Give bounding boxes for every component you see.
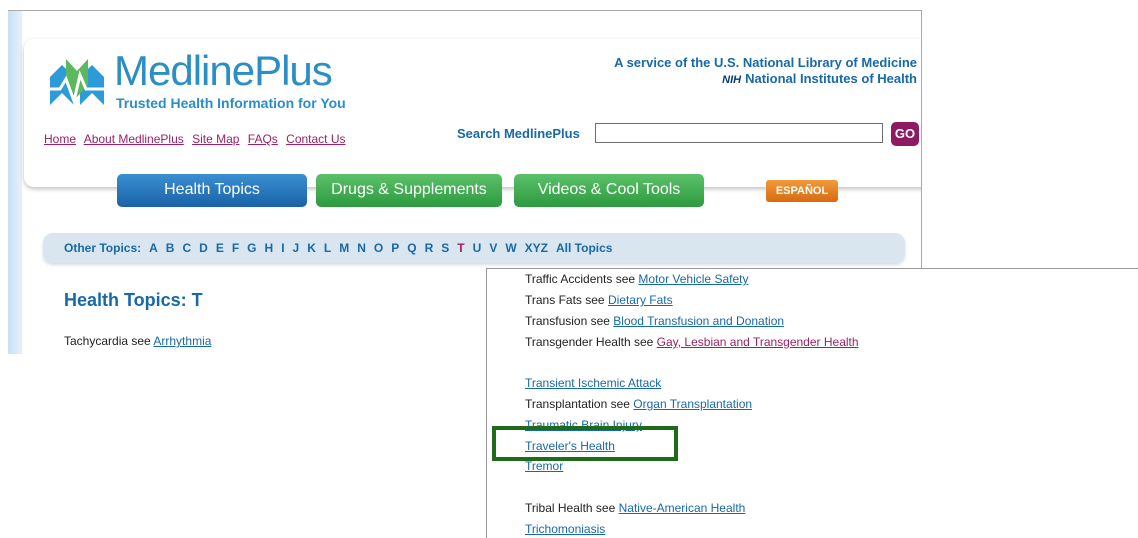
letter-link-e[interactable]: E [216, 241, 224, 255]
letter-link-j[interactable]: J [293, 241, 300, 255]
logo-wordmark: MedlinePlus [114, 47, 333, 94]
nih-name: National Institutes of Health [745, 71, 917, 86]
search-label: Search MedlinePlus [457, 126, 580, 141]
letter-link-r[interactable]: R [425, 241, 434, 255]
letter-list: A B C D E F G H I J K L M N O P Q R S T U V W XYZ [149, 241, 556, 255]
entry-link[interactable]: Organ Transplantation [633, 397, 752, 411]
entry-link[interactable]: Transient Ischemic Attack [525, 376, 661, 390]
alphabet-nav: Other Topics: A B C D E F G H I J K L M N O P Q R S T U V W XYZ A… [43, 233, 905, 263]
letter-link-o[interactable]: O [374, 241, 383, 255]
entry-prefix: Transgender Health see [525, 335, 654, 349]
left-scroll-edge [8, 11, 22, 354]
entry-link[interactable]: Tremor [525, 459, 563, 473]
letter-link-c[interactable]: C [182, 241, 191, 255]
topic-entry: Tremor [525, 459, 563, 473]
entry-prefix: Transplantation see [525, 397, 630, 411]
highlight-box [492, 426, 678, 461]
all-topics-link[interactable]: All Topics [556, 241, 612, 255]
medlineplus-logo-icon [44, 59, 110, 107]
zoomed-topic-list: Traffic Accidents see Motor Vehicle Safe… [486, 268, 1138, 538]
letter-link-t[interactable]: T [457, 241, 464, 255]
topic-entry: Trans Fats see Dietary Fats [525, 293, 673, 307]
topic-entry: Transient Ischemic Attack [525, 376, 661, 390]
letter-link-p[interactable]: P [391, 241, 399, 255]
topic-entry: Traffic Accidents see Motor Vehicle Safe… [525, 272, 748, 286]
search-go-button[interactable]: GO [891, 122, 919, 146]
tab-drugs-supplements[interactable]: Drugs & Supplements [316, 174, 502, 207]
entry-link[interactable]: Gay, Lesbian and Transgender Health [657, 335, 859, 349]
entry-prefix: Tribal Health see [525, 501, 616, 515]
letter-link-f[interactable]: F [232, 241, 239, 255]
tab-health-topics[interactable]: Health Topics [117, 174, 307, 207]
about-link[interactable]: About MedlinePlus [84, 132, 184, 146]
letter-link-m[interactable]: M [339, 241, 349, 255]
letter-link-g[interactable]: G [247, 241, 256, 255]
entry-link[interactable]: Arrhythmia [153, 334, 211, 348]
entry-link[interactable]: Dietary Fats [608, 293, 673, 307]
medlineplus-logo[interactable]: MedlinePlus Trusted Health Information f… [42, 47, 362, 115]
letter-link-v[interactable]: V [489, 241, 497, 255]
letter-link-h[interactable]: H [265, 241, 274, 255]
topic-entry: Tribal Health see Native-American Health [525, 501, 745, 515]
topic-entry: Trichomoniasis [525, 522, 605, 536]
letter-link-q[interactable]: Q [407, 241, 416, 255]
entry-link[interactable]: Motor Vehicle Safety [638, 272, 748, 286]
topic-entry: Transplantation see Organ Transplantatio… [525, 397, 752, 411]
site-map-link[interactable]: Site Map [192, 132, 239, 146]
letter-link-d[interactable]: D [199, 241, 208, 255]
entry-prefix: Traffic Accidents see [525, 272, 636, 286]
contact-us-link[interactable]: Contact Us [286, 132, 345, 146]
topic-entry: Tachycardia see Arrhythmia [64, 334, 211, 348]
faqs-link[interactable]: FAQs [248, 132, 278, 146]
entry-link[interactable]: Blood Transfusion and Donation [613, 314, 784, 328]
logo-tagline: Trusted Health Information for You [116, 95, 346, 111]
letter-link-l[interactable]: L [324, 241, 331, 255]
other-topics-label: Other Topics: [64, 241, 142, 255]
letter-link-u[interactable]: U [473, 241, 482, 255]
search-input[interactable] [595, 123, 883, 143]
entry-prefix: Tachycardia see [64, 334, 151, 348]
letter-link-w[interactable]: W [505, 241, 516, 255]
letter-link-b[interactable]: B [166, 241, 175, 255]
letter-link-xyz[interactable]: XYZ [525, 241, 548, 255]
entry-prefix: Transfusion see [525, 314, 610, 328]
topic-entry: Transgender Health see Gay, Lesbian and … [525, 335, 859, 349]
entry-link[interactable]: Native-American Health [619, 501, 746, 515]
entry-link[interactable]: Trichomoniasis [525, 522, 605, 536]
letter-link-i[interactable]: I [281, 241, 284, 255]
home-link[interactable]: Home [44, 132, 76, 146]
letter-link-a[interactable]: A [149, 241, 158, 255]
entry-prefix: Trans Fats see [525, 293, 605, 307]
letter-link-n[interactable]: N [357, 241, 366, 255]
page-title: Health Topics: T [64, 290, 203, 310]
nih-abbr: NIH [722, 74, 742, 86]
topic-entry: Transfusion see Blood Transfusion and Do… [525, 314, 784, 328]
letter-link-s[interactable]: S [441, 241, 449, 255]
letter-link-k[interactable]: K [307, 241, 316, 255]
tab-videos-cool-tools[interactable]: Videos & Cool Tools [514, 174, 704, 207]
nlm-service-line[interactable]: A service of the U.S. National Library o… [614, 55, 917, 70]
top-links: Home About MedlinePlus Site Map FAQs Con… [44, 132, 351, 146]
espanol-button[interactable]: ESPAÑOL [766, 180, 838, 202]
nih-line[interactable]: NIH National Institutes of Health [722, 71, 917, 86]
